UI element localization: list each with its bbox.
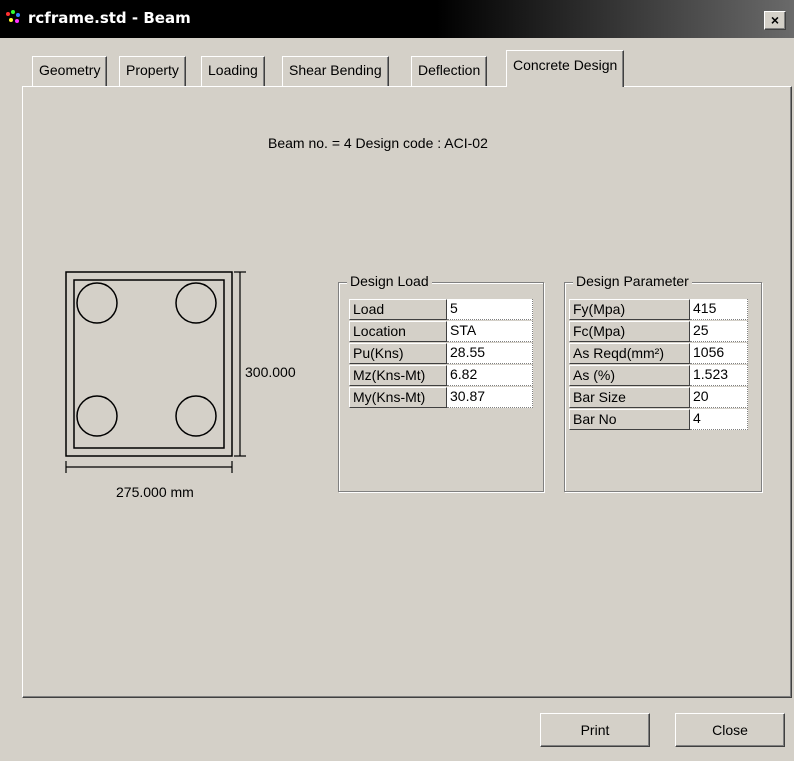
table-row: Load 5: [349, 299, 534, 321]
as-percent-value[interactable]: 1.523: [690, 365, 748, 386]
design-heading: Beam no. = 4 Design code : ACI-02: [268, 135, 488, 151]
rebar-bottom-left: [76, 395, 118, 437]
table-row: Pu(Kns) 28.55: [349, 343, 534, 365]
beam-section-diagram: [65, 271, 246, 473]
window-title: rcframe.std - Beam: [28, 9, 191, 27]
table-row: Mz(Kns-Mt) 6.82: [349, 365, 534, 387]
bar-no-label: Bar No: [569, 409, 690, 430]
fc-value[interactable]: 25: [690, 321, 748, 342]
load-value[interactable]: 5: [447, 299, 533, 320]
pu-label: Pu(Kns): [349, 343, 447, 364]
table-row: Fy(Mpa) 415: [569, 299, 749, 321]
section-outer-outline: [65, 271, 233, 457]
close-button[interactable]: Close: [675, 713, 785, 747]
as-reqd-value[interactable]: 1056: [690, 343, 748, 364]
design-parameter-title: Design Parameter: [573, 273, 692, 289]
table-row: Fc(Mpa) 25: [569, 321, 749, 343]
design-parameter-table: Fy(Mpa) 415 Fc(Mpa) 25 As Reqd(mm²) 1056…: [569, 299, 749, 431]
pu-value[interactable]: 28.55: [447, 343, 533, 364]
tab-property[interactable]: Property: [119, 56, 186, 86]
bar-no-value[interactable]: 4: [690, 409, 748, 430]
rebar-bottom-right: [175, 395, 217, 437]
section-width-label: 275.000 mm: [116, 484, 194, 500]
app-icon: [6, 10, 22, 26]
section-stirrup: [73, 279, 225, 449]
mz-label: Mz(Kns-Mt): [349, 365, 447, 386]
table-row: As Reqd(mm²) 1056: [569, 343, 749, 365]
location-value[interactable]: STA: [447, 321, 533, 342]
section-height-label: 300.000: [245, 364, 296, 380]
design-load-table: Load 5 Location STA Pu(Kns) 28.55 Mz(Kns…: [349, 299, 534, 409]
my-value[interactable]: 30.87: [447, 387, 533, 408]
tab-concrete-design[interactable]: Concrete Design: [506, 50, 625, 87]
title-bar[interactable]: rcframe.std - Beam ×: [0, 0, 794, 38]
fy-value[interactable]: 415: [690, 299, 748, 320]
as-reqd-label: As Reqd(mm²): [569, 343, 690, 364]
tab-loading[interactable]: Loading: [201, 56, 265, 86]
rebar-top-left: [76, 282, 118, 324]
close-icon: ×: [770, 12, 780, 28]
table-row: Location STA: [349, 321, 534, 343]
location-label: Location: [349, 321, 447, 342]
bar-size-label: Bar Size: [569, 387, 690, 408]
table-row: Bar Size 20: [569, 387, 749, 409]
rebar-top-right: [175, 282, 217, 324]
fc-label: Fc(Mpa): [569, 321, 690, 342]
load-label: Load: [349, 299, 447, 320]
table-row: As (%) 1.523: [569, 365, 749, 387]
window-close-button[interactable]: ×: [764, 11, 786, 30]
design-load-title: Design Load: [347, 273, 432, 289]
table-row: Bar No 4: [569, 409, 749, 431]
as-percent-label: As (%): [569, 365, 690, 386]
mz-value[interactable]: 6.82: [447, 365, 533, 386]
tab-shear-bending[interactable]: Shear Bending: [282, 56, 389, 86]
print-button[interactable]: Print: [540, 713, 650, 747]
fy-label: Fy(Mpa): [569, 299, 690, 320]
table-row: My(Kns-Mt) 30.87: [349, 387, 534, 409]
tab-geometry[interactable]: Geometry: [32, 56, 108, 86]
tab-deflection[interactable]: Deflection: [411, 56, 488, 86]
bar-size-value[interactable]: 20: [690, 387, 748, 408]
my-label: My(Kns-Mt): [349, 387, 447, 408]
